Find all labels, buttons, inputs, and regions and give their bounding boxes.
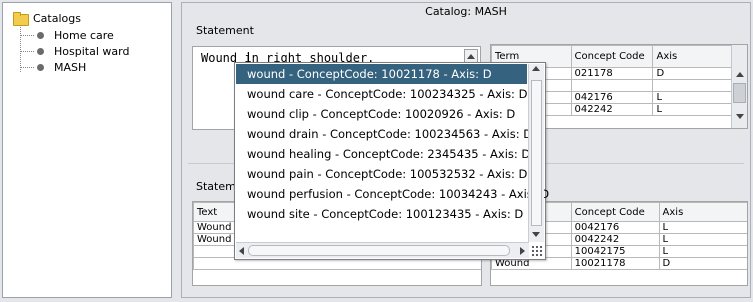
statement-label: Statement	[196, 24, 254, 37]
scroll-up-button[interactable]	[464, 49, 478, 63]
arrow-down-icon[interactable]	[532, 232, 540, 237]
autocomplete-item[interactable]: wound site - ConceptCode: 100123435 - Ax…	[236, 204, 527, 224]
catalog-title: Catalog: MASH	[425, 5, 507, 18]
autocomplete-item[interactable]: wound perfusion - ConceptCode: 10034243 …	[236, 184, 549, 204]
scroll-thumb[interactable]	[733, 83, 746, 103]
arrow-up-icon	[736, 72, 744, 77]
tree-item-label: MASH	[54, 60, 87, 74]
tree-item-mash[interactable]: MASH	[20, 60, 86, 74]
arrow-left-icon[interactable]	[239, 247, 244, 255]
app-window: Catalogs Home care Hospital ward MASH Ca…	[0, 0, 753, 302]
autocomplete-item[interactable]: wound drain - ConceptCode: 100234563 - A…	[236, 124, 532, 144]
autocomplete-item[interactable]: wound clip - ConceptCode: 10020926 - Axi…	[236, 104, 527, 124]
tree-item-hospital-ward[interactable]: Hospital ward	[20, 44, 129, 58]
tree-root-label: Catalogs	[33, 11, 81, 25]
tree-item-label: Hospital ward	[54, 44, 130, 58]
arrow-right-icon[interactable]	[520, 247, 525, 255]
autocomplete-item[interactable]: wound - ConceptCode: 10021178 - Axis: D	[236, 64, 527, 84]
resize-grip-icon[interactable]	[531, 245, 543, 257]
column-header-axis[interactable]: Axis	[652, 45, 733, 68]
scroll-thumb[interactable]	[531, 80, 542, 226]
autocomplete-popup[interactable]: wound - ConceptCode: 10021178 - Axis: D …	[234, 62, 549, 260]
node-icon	[37, 31, 44, 39]
node-icon	[37, 63, 44, 71]
arrow-up-icon[interactable]	[532, 66, 540, 71]
tree-item-label: Home care	[54, 28, 114, 42]
tree-root-catalogs[interactable]: Catalogs	[13, 11, 81, 26]
folder-icon	[13, 12, 29, 26]
catalog-tree[interactable]: Catalogs Home care Hospital ward MASH	[2, 2, 172, 298]
column-header-axis[interactable]: Axis	[658, 202, 747, 222]
scroll-thumb[interactable]	[248, 245, 510, 256]
arrow-down-icon	[736, 114, 744, 119]
node-icon	[37, 47, 44, 55]
autocomplete-item[interactable]: wound care - ConceptCode: 100234325 - Ax…	[236, 84, 527, 104]
autocomplete-item[interactable]: wound pain - ConceptCode: 100532532 - Ax…	[236, 164, 527, 184]
autocomplete-item[interactable]: wound healing - ConceptCode: 2345435 - A…	[236, 144, 530, 164]
popup-vertical-scrollbar[interactable]	[528, 64, 544, 242]
popup-horizontal-scrollbar[interactable]	[236, 242, 529, 258]
arrow-up-icon	[467, 53, 475, 59]
vertical-scrollbar[interactable]	[731, 45, 747, 128]
column-header-concept-code[interactable]: Concept Code	[570, 202, 660, 222]
column-header-concept-code[interactable]: Concept Code	[570, 45, 654, 68]
tree-item-home-care[interactable]: Home care	[20, 28, 114, 42]
